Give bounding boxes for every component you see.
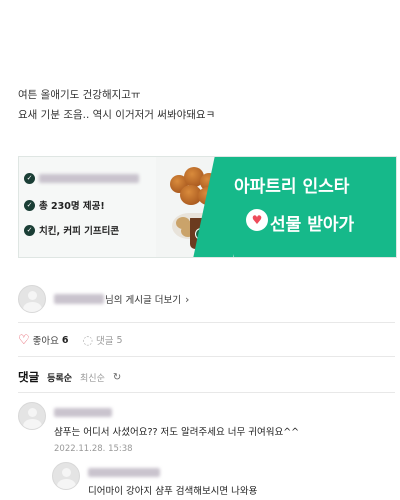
comment-body: 샴푸는 어디서 사셨어요?? 저도 알려주세요 너무 귀여워요^^ 2022.1… [54,402,299,454]
blurred-nickname [54,294,104,304]
divider [18,356,395,357]
check-icon: ✓ [24,173,35,184]
heart-outline-icon[interactable]: ♡ [18,333,30,348]
author-more-posts[interactable]: 님의 게시글 더보기 › [18,285,189,313]
banner-feature-item: ✓ 총 230명 제공! [24,198,105,212]
speech-bubble-icon[interactable]: ◌ [83,333,93,347]
post-actions: ♡ 좋아요 6 ◌ 댓글 5 [18,332,123,348]
avatar[interactable] [52,462,80,490]
comments-header: 댓글 등록순 최신순 ↻ [18,368,121,386]
divider [18,392,395,393]
heart-icon: ♥ [246,209,268,231]
promo-banner[interactable]: ✓ ✓ 총 230명 제공! ✓ 치킨, 커피 기프티콘 아파트리 인스타 ♥ … [18,156,397,258]
comment-text: 디어마이 강아지 샴푸 검색해보시면 나와용 [88,486,258,497]
comment-item: 샴푸는 어디서 사셨어요?? 저도 알려주세요 너무 귀여워요^^ 2022.1… [18,402,299,454]
banner-title: 아파트리 인스타 [234,177,350,197]
author-more-label: 님의 게시글 더보기 [105,295,181,306]
banner-feature-label: 총 230명 제공! [39,201,105,212]
banner-subtitle: 선물 받아가 [270,215,355,235]
blurred-text [39,174,139,183]
author-more-link[interactable]: 님의 게시글 더보기 › [54,292,189,306]
avatar[interactable] [18,402,46,430]
comment-body: 디어마이 강아지 샴푸 검색해보시면 나와용 [88,462,257,497]
check-icon: ✓ [24,224,35,236]
refresh-icon[interactable]: ↻ [113,372,121,383]
banner-feature-item: ✓ 치킨, 커피 기프티콘 [24,223,119,237]
sort-newest-button[interactable]: 최신순 [80,371,105,384]
comment-count: 5 [116,334,123,346]
like-count: 6 [61,334,69,346]
comment-label[interactable]: 댓글 [96,333,113,347]
banner-feature-label: 치킨, 커피 기프티콘 [39,226,120,237]
reply-item: 디어마이 강아지 샴푸 검색해보시면 나와용 [52,462,257,497]
banner-message-area: 아파트리 인스타 ♥ 선물 받아가 [234,157,396,257]
post-body-line: 요새 기분 조음.. 역시 이거저거 써봐야돼요ㅋ [18,109,216,121]
banner-feature-item: ✓ [24,173,139,184]
post-body-line: 여튼 올애기도 건강해지고ㅠ [18,89,141,101]
chevron-right-icon: › [184,292,190,306]
banner-feature-list: ✓ ✓ 총 230명 제공! ✓ 치킨, 커피 기프티콘 [19,157,156,257]
avatar [18,285,46,313]
sort-oldest-button[interactable]: 등록순 [47,371,72,384]
blurred-nickname [88,468,160,477]
divider [18,322,395,323]
check-icon: ✓ [24,199,35,211]
comments-title: 댓글 [18,370,40,384]
post-body: 여튼 올애기도 건강해지고ㅠ 요새 기분 조음.. 역시 이거저거 써봐야돼요ㅋ [18,85,215,125]
like-label[interactable]: 좋아요 [33,333,59,347]
blurred-nickname [54,408,112,417]
comment-date: 2022.11.28. 15:38 [54,444,133,454]
comment-text: 샴푸는 어디서 사셨어요?? 저도 알려주세요 너무 귀여워요^^ [54,427,300,438]
